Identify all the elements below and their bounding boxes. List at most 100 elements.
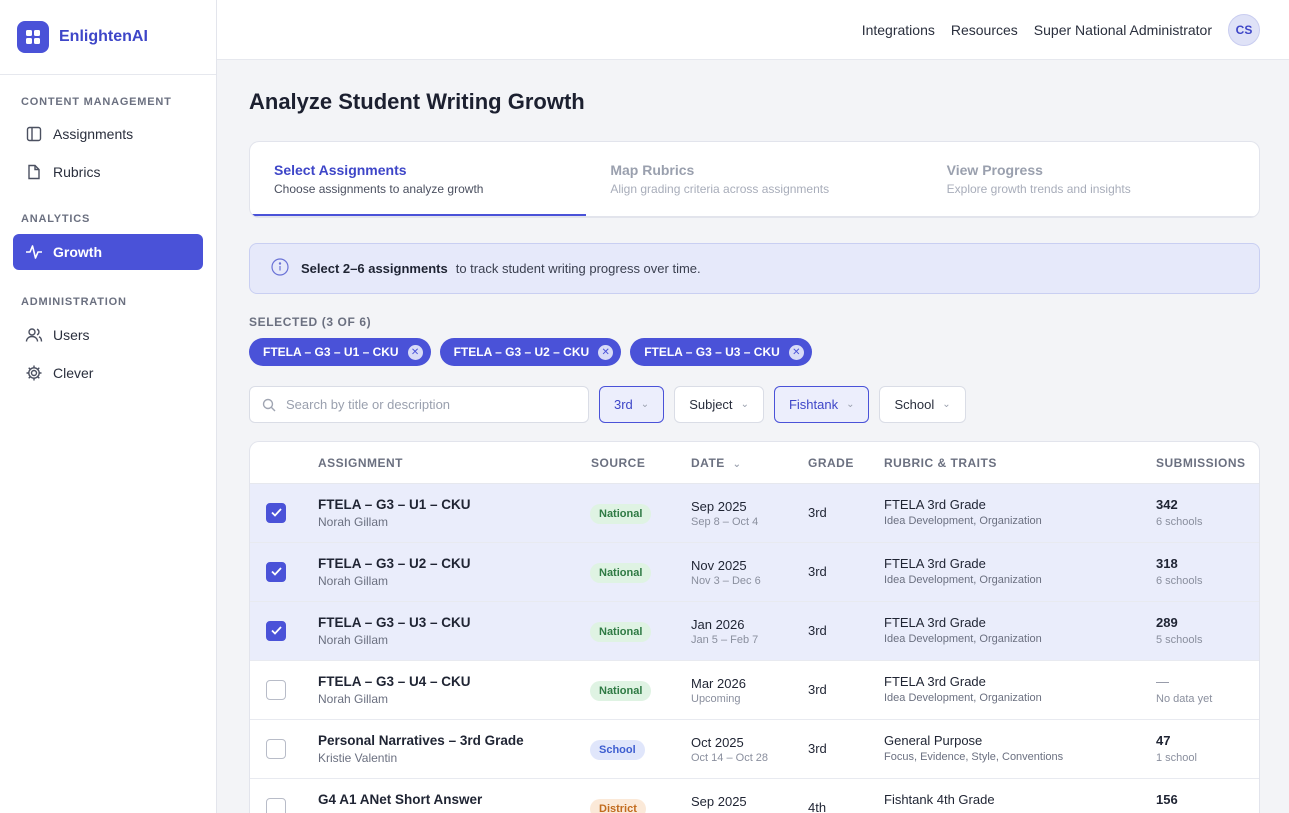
app-name: EnlightenAI [59,28,148,45]
rubric-name: FTELA 3rd Grade [884,615,986,630]
table-body: FTELA – G3 – U1 – CKU Norah Gillam Nationa… [250,484,1259,813]
gear-icon [25,364,43,382]
user-role-menu[interactable]: Super National Administrator [1034,22,1212,38]
source-badge: National [590,681,652,701]
app-logo-icon [17,21,49,53]
submission-count: 289 [1156,615,1178,630]
row-checkbox[interactable] [266,680,286,700]
assignment-date: Mar 2026 [691,676,746,691]
step-subtitle: Choose assignments to analyze growth [274,182,484,196]
step-map-rubrics[interactable]: Map Rubrics Align grading criteria acros… [586,142,922,217]
assignment-date-range: Sep 8 – Oct 4 [691,516,759,528]
table-row[interactable]: Personal Narratives – 3rd Grade Kristie V… [250,720,1259,779]
table-row[interactable]: FTELA – G3 – U1 – CKU Norah Gillam Nationa… [250,484,1259,543]
row-checkbox[interactable] [266,621,286,641]
assignment-title: FTELA – G3 – U1 – CKU [318,497,471,512]
school-count: 1 school [1156,752,1197,764]
avatar[interactable]: CS [1228,13,1260,46]
step-select-assignments[interactable]: Select Assignments Choose assignments to… [250,142,587,217]
column-header-source: SOURCE [591,456,646,470]
subject-filter-dropdown[interactable]: Subject ⌄ [674,386,764,423]
chip-label: FTELA – G3 – U3 – CKU [644,345,780,359]
sidebar-item-rubrics[interactable]: Rubrics [13,154,203,190]
assignment-grade: 3rd [808,741,827,756]
rubric-name: Fishtank 4th Grade [884,792,995,807]
curriculum-filter-dropdown[interactable]: Fishtank ⌄ [773,386,870,423]
sidebar: EnlightenAI CONTENT MANAGEMENT Assignmen… [0,0,217,813]
assignment-date: Nov 2025 [691,558,747,573]
integrations-link[interactable]: Integrations [862,22,935,38]
assignments-table: ASSIGNMENT SOURCE DATE ⌄ GRADE RUBRIC & … [249,441,1260,813]
rubric-name: FTELA 3rd Grade [884,497,986,512]
submission-count: — [1156,674,1169,689]
assignment-date: Sep 2025 [691,794,747,809]
chevron-down-icon: ⌄ [846,399,855,410]
brand[interactable]: EnlightenAI [0,0,216,75]
section-label-analytics: ANALYTICS [21,213,91,225]
sidebar-item-growth[interactable]: Growth [13,234,203,270]
assignment-date: Sep 2025 [691,499,747,514]
selected-chip: FTELA – G3 – U2 – CKU ✕ [439,338,622,366]
assignment-title: FTELA – G3 – U3 – CKU [318,615,471,630]
filter-label: Subject [689,397,733,412]
assignment-title: Personal Narratives – 3rd Grade [318,733,524,748]
submission-count: 318 [1156,556,1178,571]
grade-filter-dropdown[interactable]: 3rd ⌄ [599,386,665,423]
sidebar-item-label: Clever [53,365,94,381]
column-header-assignment: ASSIGNMENT [318,456,404,470]
sidebar-item-assignments[interactable]: Assignments [13,116,203,152]
table-row[interactable]: FTELA – G3 – U4 – CKU Norah Gillam Nationa… [250,661,1259,720]
step-title: Select Assignments [274,162,407,178]
source-badge: National [590,504,652,524]
assignment-author: Kristie Valentin [318,751,398,765]
info-banner: Select 2–6 assignments to track student … [249,243,1260,294]
banner-strong-text: Select 2–6 assignments [301,261,448,276]
search-input[interactable]: Search by title or description [249,386,589,423]
sidebar-item-label: Assignments [53,126,134,142]
source-badge: National [590,563,652,583]
row-checkbox[interactable] [266,739,286,759]
assignment-date: Oct 2025 [691,735,744,750]
chip-label: FTELA – G3 – U1 – CKU [263,345,399,359]
assignment-author: Norah Gillam [318,692,389,706]
school-filter-dropdown[interactable]: School ⌄ [879,386,966,423]
checkmark-icon [270,626,282,635]
table-row[interactable]: FTELA – G3 – U3 – CKU Norah Gillam Nationa… [250,602,1259,661]
row-checkbox[interactable] [266,562,286,582]
remove-chip-close-icon[interactable]: ✕ [788,344,804,360]
table-header: ASSIGNMENT SOURCE DATE ⌄ GRADE RUBRIC & … [250,442,1259,484]
rubric-traits: Idea Development, Organization [884,633,1042,645]
remove-chip-close-icon[interactable]: ✕ [407,344,423,360]
step-view-progress[interactable]: View Progress Explore growth trends and … [923,142,1259,217]
table-row[interactable]: FTELA – G3 – U2 – CKU Norah Gillam Nationa… [250,543,1259,602]
assignment-author: Norah Gillam [318,633,389,647]
column-header-date[interactable]: DATE ⌄ [691,456,742,470]
assignment-author: Norah Gillam [318,515,389,529]
school-count: 6 schools [1156,575,1203,587]
source-badge: District [590,799,646,813]
resources-link[interactable]: Resources [951,22,1018,38]
search-placeholder: Search by title or description [286,397,451,412]
sidebar-item-clever[interactable]: Clever [13,355,203,391]
assignment-author: Norah Gillam [318,574,389,588]
submission-count: 342 [1156,497,1178,512]
table-row[interactable]: G4 A1 ANet Short Answer District Sep 2025 4… [250,779,1259,813]
banner-text: to track student writing progress over t… [455,261,701,276]
column-header-rubric: RUBRIC & TRAITS [884,456,997,470]
row-checkbox[interactable] [266,798,286,813]
school-count: No data yet [1156,693,1213,705]
school-count: 6 schools [1156,516,1203,528]
filter-label: School [894,397,935,412]
sort-chevron-icon: ⌄ [732,459,742,470]
users-icon [25,326,43,344]
row-checkbox[interactable] [266,503,286,523]
info-icon [271,258,289,279]
assignment-date: Jan 2026 [691,617,745,632]
remove-chip-close-icon[interactable]: ✕ [598,344,614,360]
rubric-name: FTELA 3rd Grade [884,556,986,571]
rubric-traits: Idea Development, Organization [884,692,1042,704]
sidebar-item-users[interactable]: Users [13,317,203,353]
page-title: Analyze Student Writing Growth [249,89,585,114]
column-header-grade: GRADE [808,456,854,470]
rubric-traits: Idea Development, Organization [884,515,1042,527]
